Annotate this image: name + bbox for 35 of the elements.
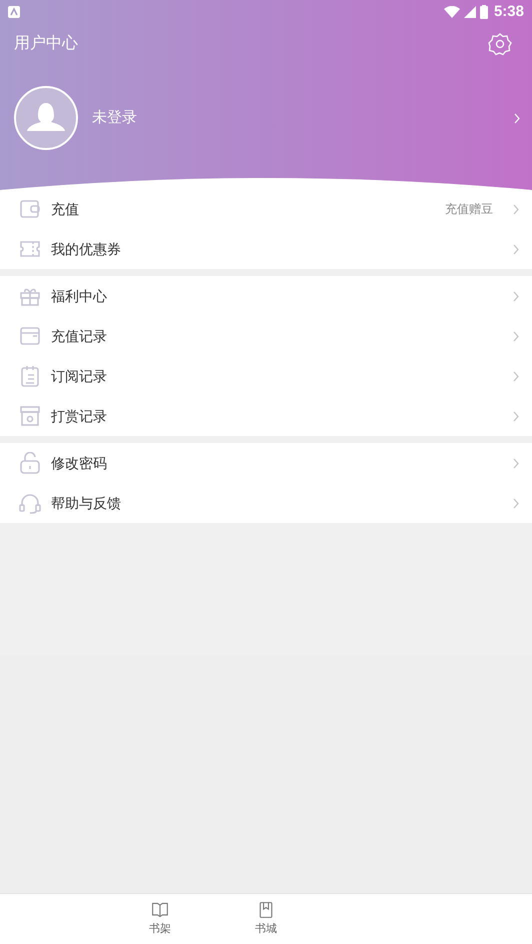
clipboard-icon: [19, 365, 41, 387]
wallet-icon: [19, 198, 41, 220]
chevron-right-icon: [513, 458, 519, 468]
chevron-right-icon: [513, 330, 519, 342]
wifi-icon: [444, 6, 460, 18]
chevron-right-icon: [513, 498, 519, 508]
status-time: 5:38: [494, 2, 524, 22]
book-icon: [151, 900, 169, 919]
notification-icon: [8, 6, 20, 18]
signal-icon: [464, 6, 476, 18]
menu-label: 帮助与反馈: [51, 494, 122, 512]
menu-label: 福利中心: [51, 286, 108, 306]
avatar[interactable]: [14, 86, 78, 150]
menu-label: 打赏记录: [51, 406, 108, 426]
menu-label: 我的优惠券: [51, 240, 122, 258]
headset-icon: [19, 492, 41, 514]
menu-label: 订阅记录: [51, 366, 108, 386]
menu-label: 充值记录: [51, 326, 108, 346]
coupon-icon: [19, 238, 41, 260]
menu-label: 修改密码: [51, 454, 108, 472]
chevron-right-icon: [513, 290, 519, 302]
lock-icon: [19, 452, 41, 474]
battery-icon: [480, 5, 488, 19]
chevron-right-icon: [513, 244, 519, 254]
settings-icon[interactable]: [488, 32, 512, 56]
chevron-right-icon: [513, 370, 519, 382]
card-icon: [19, 325, 41, 347]
chevron-right-icon[interactable]: [514, 112, 520, 124]
bookmark-icon: [257, 900, 275, 919]
box-icon: [19, 405, 41, 427]
chevron-right-icon: [513, 410, 519, 422]
chevron-right-icon: [513, 204, 519, 214]
page-title: 用户中心: [14, 34, 78, 54]
menu-label: 充值: [51, 200, 80, 218]
menu-note: 充值赠豆: [445, 201, 493, 218]
